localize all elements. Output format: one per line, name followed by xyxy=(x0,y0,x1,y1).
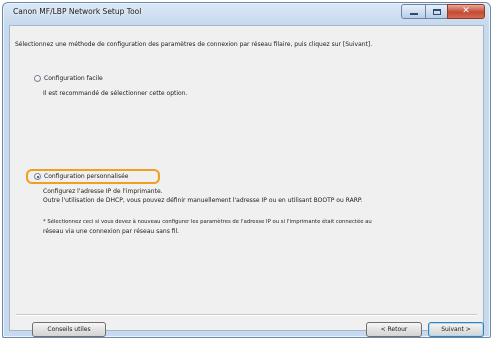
dialog-body: Sélectionnez une méthode de configuratio… xyxy=(9,25,484,337)
option-easy-setup-label[interactable]: Configuration facile xyxy=(44,74,103,83)
close-icon: ✕ xyxy=(462,6,470,16)
minimize-icon xyxy=(409,13,418,15)
footer-divider xyxy=(16,314,477,316)
note-line2: réseau via une connexion par réseau sans… xyxy=(43,228,180,235)
option-easy-setup-description: Il est recommandé de sélectionner cette … xyxy=(43,90,188,97)
option-custom-setup-description-line2: Outre l'utilisation de DHCP, vous pouvez… xyxy=(43,197,363,204)
useful-tips-button[interactable]: Conseils utiles xyxy=(32,322,106,337)
back-button[interactable]: < Retour xyxy=(366,322,422,337)
minimize-button[interactable] xyxy=(401,4,425,19)
option-custom-setup-description-line1: Configurez l'adresse IP de l'imprimante. xyxy=(43,188,163,195)
title-bar[interactable]: Canon MF/LBP Network Setup Tool ✕ xyxy=(3,3,490,25)
maximize-icon xyxy=(432,8,441,15)
window-title: Canon MF/LBP Network Setup Tool xyxy=(13,7,142,16)
maximize-button[interactable] xyxy=(425,4,447,19)
instruction-text: Sélectionnez une méthode de configuratio… xyxy=(15,41,373,48)
next-button[interactable]: Suivant > xyxy=(428,322,484,337)
window-controls: ✕ xyxy=(401,4,485,20)
option-custom-setup-label[interactable]: Configuration personnalisée xyxy=(44,172,129,181)
radio-custom-setup[interactable] xyxy=(34,173,41,180)
note-line1: * Sélectionnez ceci si vous devez à nouv… xyxy=(43,219,372,225)
radio-easy-setup[interactable] xyxy=(34,75,41,82)
app-window: Canon MF/LBP Network Setup Tool ✕ Sélect… xyxy=(2,2,491,338)
close-button[interactable]: ✕ xyxy=(447,4,485,19)
